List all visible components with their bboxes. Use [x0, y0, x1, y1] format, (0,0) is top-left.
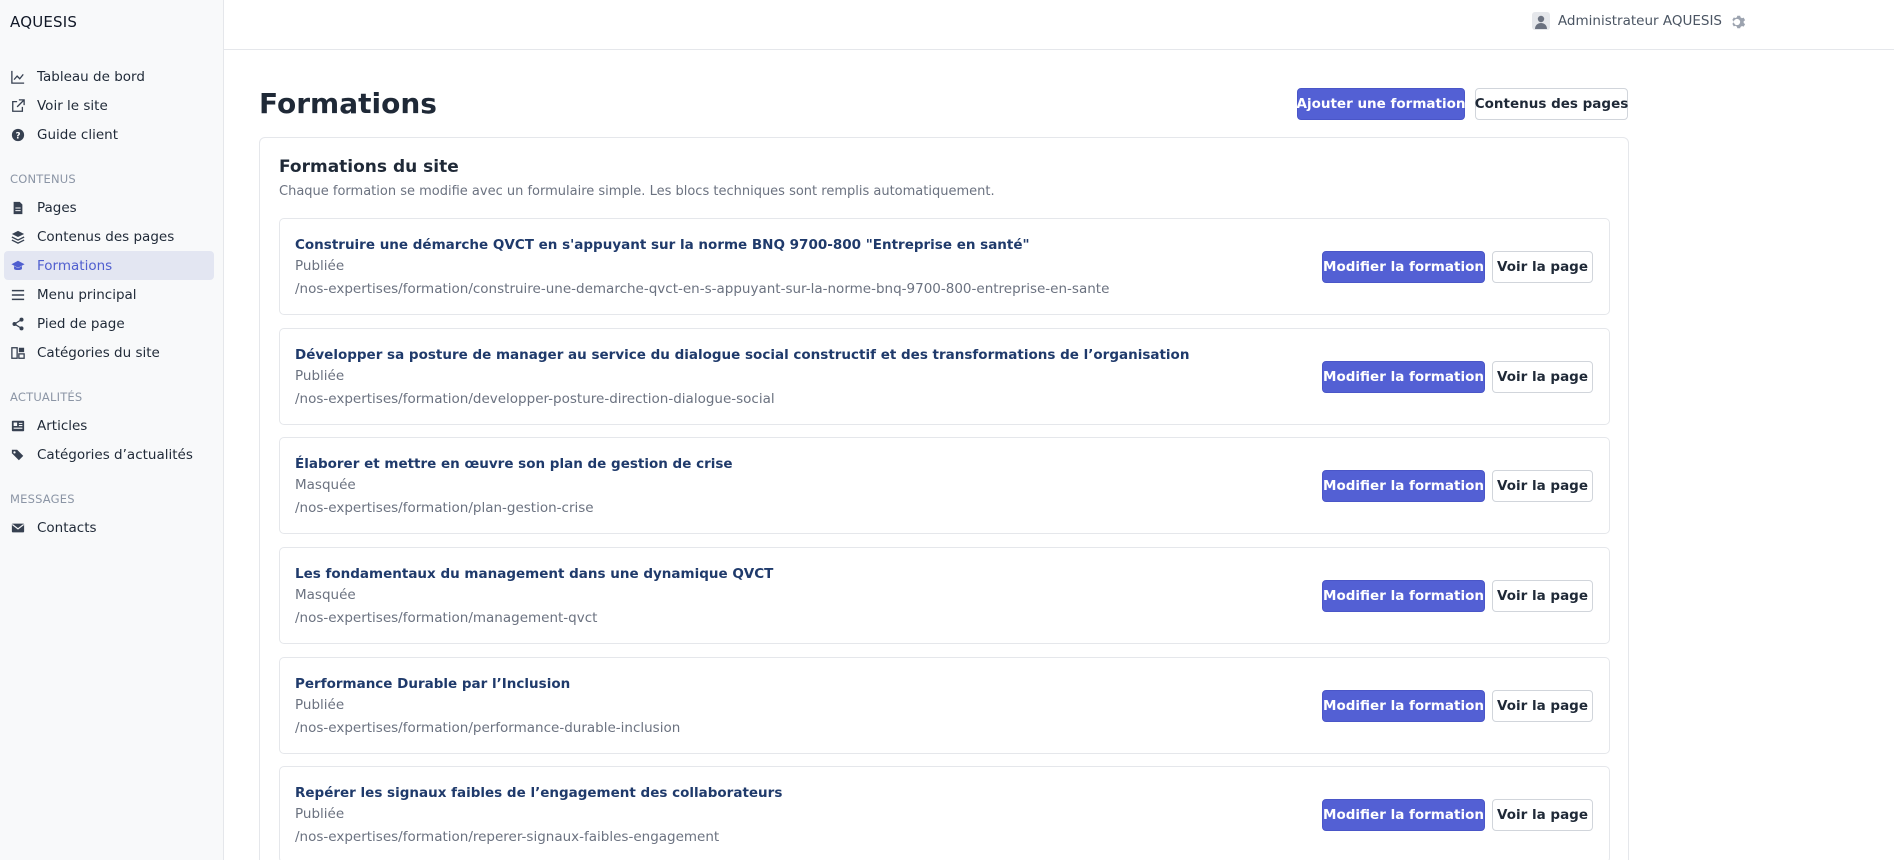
formation-card: Repérer les signaux faibles de l’engagem… [279, 766, 1610, 860]
edit-formation-button[interactable]: Modifier la formation [1322, 251, 1485, 283]
sidebar-item-label: Tableau de bord [37, 68, 145, 85]
sidebar-item-label: Contacts [37, 519, 97, 536]
sidebar-item-menu-principal[interactable]: Menu principal [4, 280, 214, 309]
sidebar-item-label: Guide client [37, 126, 119, 143]
sidebar-item-formations[interactable]: Formations [4, 251, 214, 280]
sidebar-item-label: Contenus des pages [37, 228, 175, 245]
formation-url: /nos-expertises/formation/performance-du… [295, 720, 681, 736]
sidebar-item-label: Menu principal [37, 286, 137, 303]
page-contents-button[interactable]: Contenus des pages [1475, 88, 1628, 120]
sidebar-item-contenus-des-pages[interactable]: Contenus des pages [4, 222, 214, 251]
edit-formation-button[interactable]: Modifier la formation [1322, 690, 1485, 722]
formation-title[interactable]: Élaborer et mettre en œuvre son plan de … [295, 456, 733, 472]
formation-url: /nos-expertises/formation/developper-pos… [295, 391, 775, 407]
sidebar-item-pied-de-page[interactable]: Pied de page [4, 309, 214, 338]
formation-url: /nos-expertises/formation/construire-une… [295, 281, 1110, 297]
user-menu[interactable]: Administrateur AQUESIS [1531, 12, 1722, 30]
formation-card: Les fondamentaux du management dans une … [279, 547, 1610, 644]
sidebar-item-label: Catégories d’actualités [37, 446, 193, 463]
grid-icon [11, 346, 25, 360]
sidebar-item-categories-actualites[interactable]: Catégories d’actualités [4, 440, 214, 469]
view-page-button[interactable]: Voir la page [1492, 470, 1593, 502]
formation-card: Performance Durable par l’Inclusion Publ… [279, 657, 1610, 754]
external-link-icon [11, 98, 25, 113]
formation-status: Publiée [295, 806, 345, 822]
sidebar-item-pages[interactable]: Pages [4, 193, 214, 222]
formation-card: Élaborer et mettre en œuvre son plan de … [279, 437, 1610, 534]
formation-title[interactable]: Performance Durable par l’Inclusion [295, 676, 570, 692]
sidebar-item-label: Articles [37, 417, 88, 434]
edit-formation-button[interactable]: Modifier la formation [1322, 799, 1485, 831]
sidebar-item-categories-du-site[interactable]: Catégories du site [4, 338, 214, 367]
formation-status: Masquée [295, 587, 356, 603]
file-icon [11, 201, 25, 215]
sidebar-item-tableau-de-bord[interactable]: Tableau de bord [4, 62, 214, 91]
formation-title[interactable]: Développer sa posture de manager au serv… [295, 347, 1189, 363]
menu-icon [11, 288, 25, 302]
sidebar-item-label: Pied de page [37, 315, 125, 332]
envelope-icon [11, 521, 25, 535]
section-label-contenus: CONTENUS [10, 172, 76, 186]
user-name: Administrateur AQUESIS [1557, 13, 1722, 29]
page-title: Formations [259, 87, 437, 120]
sidebar-item-label: Voir le site [37, 97, 108, 114]
svg-text:?: ? [15, 131, 20, 141]
add-formation-button[interactable]: Ajouter une formation [1297, 88, 1465, 120]
view-page-button[interactable]: Voir la page [1492, 690, 1593, 722]
formation-status: Masquée [295, 477, 356, 493]
formation-url: /nos-expertises/formation/management-qvc… [295, 610, 598, 626]
brand-logo[interactable]: AQUESIS [10, 13, 77, 31]
view-page-button[interactable]: Voir la page [1492, 251, 1593, 283]
formation-status: Publiée [295, 697, 345, 713]
formation-card: Développer sa posture de manager au serv… [279, 328, 1610, 425]
topbar: Administrateur AQUESIS [224, 0, 1894, 50]
help-circle-icon: ? [11, 128, 25, 142]
newspaper-icon [11, 419, 25, 433]
chart-line-icon [11, 70, 25, 84]
formation-title[interactable]: Construire une démarche QVCT en s'appuya… [295, 237, 1030, 253]
sidebar-item-articles[interactable]: Articles [4, 411, 214, 440]
section-label-messages: MESSAGES [10, 492, 75, 506]
sidebar-item-label: Pages [37, 199, 77, 216]
formation-title[interactable]: Les fondamentaux du management dans une … [295, 566, 773, 582]
view-page-button[interactable]: Voir la page [1492, 799, 1593, 831]
formation-status: Publiée [295, 258, 345, 274]
formation-status: Publiée [295, 368, 345, 384]
sidebar-item-label: Formations [37, 257, 113, 274]
formation-card: Construire une démarche QVCT en s'appuya… [279, 218, 1610, 315]
edit-formation-button[interactable]: Modifier la formation [1322, 580, 1485, 612]
sidebar-item-guide-client[interactable]: ? Guide client [4, 120, 214, 149]
tags-icon [11, 448, 25, 462]
panel-subtitle: Chaque formation se modifie avec un form… [279, 184, 995, 199]
formation-title[interactable]: Repérer les signaux faibles de l’engagem… [295, 785, 782, 801]
sidebar-item-voir-le-site[interactable]: Voir le site [4, 91, 214, 120]
view-page-button[interactable]: Voir la page [1492, 361, 1593, 393]
sidebar-item-contacts[interactable]: Contacts [4, 513, 214, 542]
sidebar-item-label: Catégories du site [37, 344, 160, 361]
formation-url: /nos-expertises/formation/reperer-signau… [295, 829, 720, 845]
user-avatar-icon [1531, 12, 1550, 30]
formations-panel: Formations du site Chaque formation se m… [259, 137, 1629, 860]
edit-formation-button[interactable]: Modifier la formation [1322, 361, 1485, 393]
formation-url: /nos-expertises/formation/plan-gestion-c… [295, 500, 594, 516]
sidebar: AQUESIS Tableau de bord Voir le site ? G… [0, 0, 224, 860]
graduation-cap-icon [11, 259, 25, 273]
layers-icon [11, 230, 25, 244]
share-icon [11, 317, 25, 331]
section-label-actualites: ACTUALITÉS [10, 390, 83, 404]
gear-icon[interactable] [1728, 13, 1746, 31]
view-page-button[interactable]: Voir la page [1492, 580, 1593, 612]
panel-title: Formations du site [279, 157, 459, 177]
edit-formation-button[interactable]: Modifier la formation [1322, 470, 1485, 502]
